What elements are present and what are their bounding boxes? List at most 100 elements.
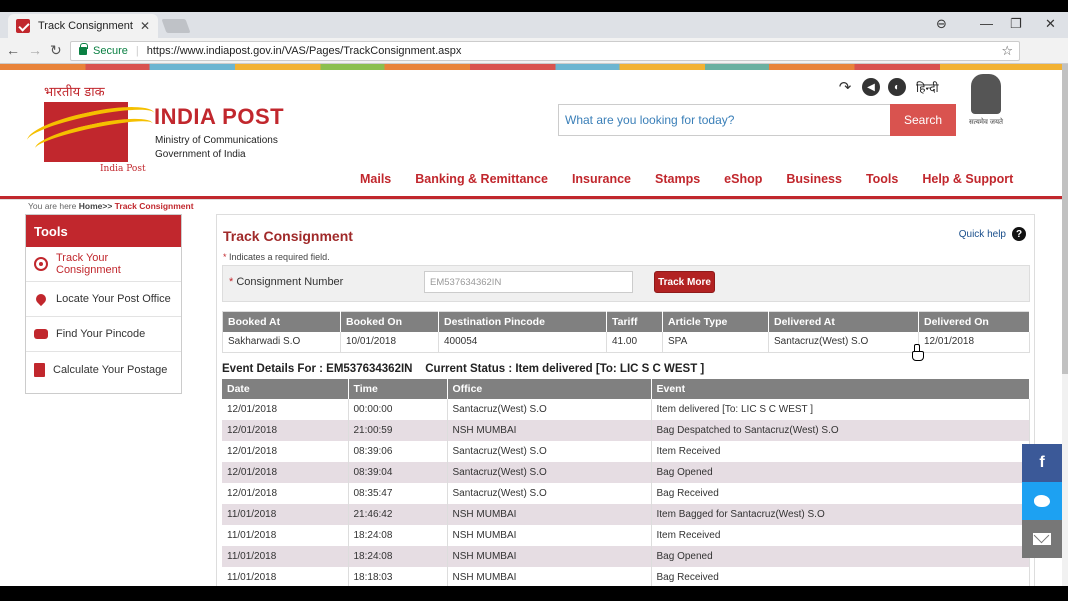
sidebar-item-label: Locate Your Post Office [56,293,171,305]
consignment-number-input[interactable] [424,271,633,293]
column-header: Destination Pincode [438,311,607,332]
table-cell: NSH MUMBAI [447,504,652,525]
column-header: Booked On [340,311,439,332]
browser-tabbar: Track Consignment ✕ ⊖ — ❐ ✕ [0,12,1068,38]
search-input[interactable] [558,104,890,136]
table-cell: Item Received [651,441,1030,462]
column-header: Date [222,379,349,399]
social-share-bar: f [1022,444,1062,558]
sidebar-item-label: Calculate Your Postage [53,363,168,376]
calculator-icon [34,362,45,377]
booking-details-table: Booked At Booked On Destination Pincode … [222,311,1030,353]
column-header: Booked At [222,311,341,332]
column-header: Time [348,379,448,399]
post-horn-emblem-icon [44,102,128,162]
address-bar: ← → ↻ Secure | https://www.indiapost.gov… [0,38,1068,64]
bookmark-star-icon[interactable]: ☆ [1001,43,1013,59]
facebook-share-button[interactable]: f [1022,444,1062,482]
nav-eshop[interactable]: eShop [724,172,762,186]
sub-brand: India Post [100,164,146,174]
twitter-share-button[interactable] [1022,482,1062,520]
sidebar-item-locate-post-office[interactable]: Locate Your Post Office [26,282,181,317]
table-cell: Bag Received [651,567,1030,586]
table-cell: Santacruz(West) S.O [447,483,652,504]
nav-tools[interactable]: Tools [866,172,898,186]
search-button[interactable]: Search [890,104,956,136]
column-header: Event [651,379,1030,399]
facebook-icon: f [1039,454,1045,471]
close-window-button[interactable]: ✕ [1045,16,1056,32]
sidebar-item-find-pincode[interactable]: Find Your Pincode [26,317,181,352]
browser-tab[interactable]: Track Consignment ✕ [8,14,158,38]
maximize-button[interactable]: ❐ [1010,16,1022,32]
table-header-row: Booked At Booked On Destination Pincode … [222,311,1030,332]
column-header: Office [447,379,652,399]
nav-insurance[interactable]: Insurance [572,172,631,186]
site-search: Search [558,104,956,136]
forward-arrow-icon[interactable]: → [28,42,42,58]
india-post-logo[interactable]: भारतीय डाक India Post INDIA POST Ministr… [22,82,292,174]
site-header: भारतीय डाक India Post INDIA POST Ministr… [0,70,1068,200]
nav-business[interactable]: Business [786,172,842,186]
table-cell: 00:00:00 [348,399,448,420]
required-note-text: Indicates a required field. [229,252,330,262]
table-cell: 12/01/2018 [222,483,349,504]
reload-icon[interactable]: ↻ [50,42,62,59]
refresh-icon[interactable]: ↷ [836,78,854,96]
table-row: 11/01/2018 18:24:08 NSH MUMBAI Bag Opened [222,546,1030,567]
track-consignment-panel: Track Consignment Quick help ? * Indicat… [216,214,1035,586]
breadcrumb-home[interactable]: Home>> [79,201,113,211]
nav-help-support[interactable]: Help & Support [922,172,1013,186]
table-cell: Bag Opened [651,462,1030,483]
consignment-label: * Consignment Number [229,276,343,288]
scrollbar-thumb[interactable] [1062,64,1068,374]
table-cell: Bag Opened [651,546,1030,567]
hindi-language-link[interactable]: हिन्दी [916,79,939,96]
tools-sidebar: Tools Track Your Consignment Locate Your… [25,214,182,394]
hindi-brand: भारतीय डाक [44,85,105,100]
sidebar-item-calculate-postage[interactable]: Calculate Your Postage [26,352,181,387]
table-row: 11/01/2018 21:46:42 NSH MUMBAI Item Bagged … [222,504,1030,525]
tab-close-icon[interactable]: ✕ [140,19,150,33]
table-cell: Item Received [651,525,1030,546]
page-scrollbar[interactable] [1062,64,1068,586]
nav-stamps[interactable]: Stamps [655,172,700,186]
new-tab-button[interactable] [161,19,191,33]
consignment-label-text: Consignment Number [236,276,344,288]
column-header: Article Type [662,311,769,332]
table-cell: 10/01/2018 [340,331,439,353]
track-more-button[interactable]: Track More [654,271,715,293]
required-asterisk: * [229,276,234,288]
profile-icon[interactable]: ⊖ [936,16,947,32]
event-details-table: Date Time Office Event 12/01/2018 00:00:0… [222,379,1030,586]
table-cell: 12/01/2018 [222,399,349,420]
table-cell: 12/01/2018 [222,420,349,441]
email-share-button[interactable] [1022,520,1062,558]
url-separator: | [135,45,139,57]
url-field[interactable]: Secure | https://www.indiapost.gov.in/VA… [70,41,1020,61]
table-cell: 400054 [438,331,607,353]
lock-icon [79,43,88,55]
back-arrow-icon[interactable]: ← [6,42,20,58]
government-line: Government of India [155,149,246,160]
question-icon: ? [1012,227,1026,241]
target-icon [34,257,48,271]
utility-icons: ↷ ◀ ◐ हिन्दी [836,78,939,96]
table-cell: 11/01/2018 [222,504,349,525]
breadcrumb-current: Track Consignment [114,201,194,211]
lion-capital-icon [971,74,1001,114]
table-cell: 18:18:03 [348,567,448,586]
table-cell: 11/01/2018 [222,567,349,586]
location-pin-icon [33,291,49,307]
speaker-icon[interactable]: ◀ [862,78,880,96]
contrast-icon[interactable]: ◐ [888,78,906,96]
secure-label: Secure [93,45,128,57]
nav-mails[interactable]: Mails [360,172,391,186]
nav-banking-remittance[interactable]: Banking & Remittance [415,172,548,186]
minimize-button[interactable]: — [980,16,993,31]
sidebar-item-track-consignment[interactable]: Track Your Consignment [26,247,181,282]
quick-help-link[interactable]: Quick help ? [959,227,1026,241]
nav-divider-shadow [0,199,1068,200]
table-cell: Sakharwadi S.O [222,331,341,353]
table-cell: 12/01/2018 [222,462,349,483]
